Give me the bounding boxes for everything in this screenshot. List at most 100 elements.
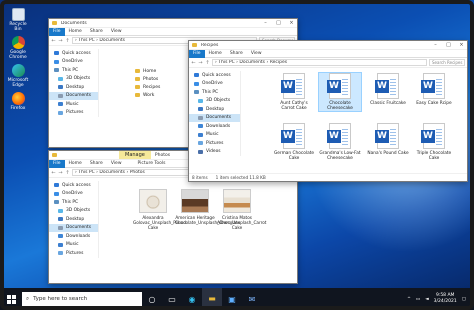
pictures-icon bbox=[198, 141, 203, 146]
file-explorer-taskbar-icon[interactable]: ▬ bbox=[202, 288, 222, 310]
file-tile[interactable]: W Grandma's Low-Fat Cheesecake bbox=[319, 123, 361, 161]
folder-icon bbox=[135, 77, 140, 81]
tab-share[interactable]: Share bbox=[86, 29, 107, 34]
list-item[interactable]: Work bbox=[135, 91, 160, 99]
tab-home[interactable]: Home bbox=[65, 29, 86, 34]
back-arrow-icon[interactable]: ← bbox=[191, 60, 196, 66]
maximize-button[interactable]: □ bbox=[273, 19, 284, 28]
list-item[interactable]: Home bbox=[135, 67, 160, 75]
file-tile-selected[interactable]: W Chocolate Cheesecake bbox=[318, 72, 362, 112]
file-tile[interactable]: W Easy Cake Rcipe bbox=[413, 73, 455, 106]
path-input[interactable]: › This PC › Documents › Recipes bbox=[212, 59, 427, 66]
document-icon bbox=[58, 93, 63, 98]
nav-item-documents[interactable]: Documents bbox=[189, 113, 240, 122]
back-arrow-icon[interactable]: ← bbox=[51, 38, 56, 44]
tab-manage[interactable]: Manage bbox=[119, 151, 151, 159]
search-input[interactable]: Search Recipes bbox=[429, 59, 465, 66]
nav-item-pictures[interactable]: Pictures bbox=[189, 139, 240, 148]
start-button[interactable] bbox=[0, 288, 22, 310]
forward-arrow-icon[interactable]: → bbox=[58, 170, 63, 176]
chevron-up-icon[interactable]: ^ bbox=[407, 297, 411, 302]
task-view-icon[interactable]: ▭ bbox=[162, 288, 182, 310]
tab-view[interactable]: View bbox=[107, 161, 126, 166]
file-tile[interactable]: W German Chocolate Cake bbox=[273, 123, 315, 161]
notification-icon[interactable]: ▢ bbox=[462, 297, 466, 302]
cortana-icon[interactable]: ○ bbox=[142, 288, 162, 310]
nav-item-3d-objects[interactable]: 3D Objects bbox=[189, 97, 240, 106]
nav-item-3d-objects[interactable]: 3D Objects bbox=[49, 75, 98, 84]
maximize-button[interactable]: □ bbox=[443, 41, 454, 50]
file-tile[interactable]: W Classic Fruitcake bbox=[367, 73, 409, 106]
nav-item-documents[interactable]: Documents bbox=[49, 223, 98, 232]
tab-home[interactable]: Home bbox=[205, 51, 226, 56]
file-tile[interactable]: W Nana's Pound Cake bbox=[367, 123, 409, 156]
up-arrow-icon[interactable]: ↑ bbox=[205, 60, 210, 66]
nav-item-downloads[interactable]: Downloads bbox=[189, 122, 240, 131]
nav-item-this-pc[interactable]: This PC bbox=[49, 66, 98, 75]
desktop-icon bbox=[58, 217, 63, 222]
nav-item-pictures[interactable]: Pictures bbox=[49, 109, 98, 118]
edge-taskbar-icon[interactable]: ◉ bbox=[182, 288, 202, 310]
nav-item-desktop[interactable]: Desktop bbox=[49, 215, 98, 224]
taskbar-search[interactable]: ⌕ Type here to search bbox=[22, 292, 142, 306]
store-taskbar-icon[interactable]: ▣ bbox=[222, 288, 242, 310]
nav-item-quick-access[interactable]: Quick access bbox=[49, 49, 98, 58]
nav-item-downloads[interactable]: Downloads bbox=[49, 232, 98, 241]
tab-picture-tools[interactable]: Picture Tools bbox=[134, 161, 170, 166]
tab-view[interactable]: View bbox=[247, 51, 266, 56]
volume-icon[interactable]: ◄ bbox=[425, 297, 428, 302]
desktop-icon-edge[interactable]: Microsoft Edge bbox=[6, 64, 30, 88]
desktop-icon-chrome[interactable]: Google Chrome bbox=[6, 36, 30, 60]
desktop-icon-firefox[interactable]: Firefox bbox=[6, 92, 30, 111]
list-item[interactable]: Photos bbox=[135, 75, 160, 83]
word-document-icon: W bbox=[327, 73, 351, 99]
photo-tile[interactable]: Alexandra Golovac_Unsplash_Pound Cake bbox=[133, 189, 186, 230]
nav-item-music[interactable]: Music bbox=[49, 241, 98, 250]
folder-icon bbox=[52, 21, 57, 25]
firefox-icon bbox=[11, 92, 25, 105]
nav-item-music[interactable]: Music bbox=[189, 131, 240, 140]
nav-item-onedrive[interactable]: OneDrive bbox=[49, 58, 98, 67]
documents-titlebar[interactable]: Documents – □ × bbox=[49, 19, 297, 28]
tab-share[interactable]: Share bbox=[86, 161, 107, 166]
photo-tile[interactable]: American Heritage Chocolate_Unsplash_Cho… bbox=[175, 189, 240, 225]
nav-item-documents[interactable]: Documents bbox=[49, 91, 98, 100]
nav-item-this-pc[interactable]: This PC bbox=[49, 198, 98, 207]
nav-item-this-pc[interactable]: This PC bbox=[189, 88, 240, 97]
up-arrow-icon[interactable]: ↑ bbox=[65, 170, 70, 176]
photo-tile[interactable]: Cristina Matos Albers_Unsplash_Carrot Ca… bbox=[217, 189, 266, 230]
nav-item-quick-access[interactable]: Quick access bbox=[189, 71, 240, 80]
back-arrow-icon[interactable]: ← bbox=[51, 170, 56, 176]
network-icon[interactable]: ▭ bbox=[416, 297, 420, 302]
tab-file[interactable]: File bbox=[49, 159, 65, 168]
mail-taskbar-icon[interactable]: ✉ bbox=[242, 288, 262, 310]
tab-share[interactable]: Share bbox=[226, 51, 247, 56]
tab-file[interactable]: File bbox=[189, 49, 205, 58]
nav-item-desktop[interactable]: Desktop bbox=[189, 105, 240, 114]
window-title: Recipes bbox=[201, 42, 219, 48]
up-arrow-icon[interactable]: ↑ bbox=[65, 38, 70, 44]
nav-item-desktop[interactable]: Desktop bbox=[49, 83, 98, 92]
tab-view[interactable]: View bbox=[107, 29, 126, 34]
close-button[interactable]: × bbox=[456, 41, 467, 50]
nav-item-onedrive[interactable]: OneDrive bbox=[189, 80, 240, 89]
tab-home[interactable]: Home bbox=[65, 161, 86, 166]
recipes-titlebar[interactable]: Recipes – □ × bbox=[189, 41, 467, 50]
minimize-button[interactable]: – bbox=[430, 41, 441, 50]
clock[interactable]: 9:58 AM 3/24/2021 bbox=[434, 293, 457, 305]
close-button[interactable]: × bbox=[286, 19, 297, 28]
nav-item-music[interactable]: Music bbox=[49, 100, 98, 109]
list-item[interactable]: Recipes bbox=[135, 83, 160, 91]
file-tile[interactable]: W Triple Chocolate Cake bbox=[413, 123, 455, 161]
nav-item-videos[interactable]: Videos bbox=[189, 148, 240, 157]
desktop-icon-recycle-bin[interactable]: Recycle Bin bbox=[6, 8, 30, 32]
forward-arrow-icon[interactable]: → bbox=[58, 38, 63, 44]
nav-item-3d-objects[interactable]: 3D Objects bbox=[49, 207, 98, 216]
tab-file[interactable]: File bbox=[49, 27, 65, 36]
nav-item-onedrive[interactable]: OneDrive bbox=[49, 190, 98, 199]
forward-arrow-icon[interactable]: → bbox=[198, 60, 203, 66]
nav-item-quick-access[interactable]: Quick access bbox=[49, 181, 98, 190]
file-tile[interactable]: W Aunt Cathy's Carrot Cake bbox=[273, 73, 315, 111]
minimize-button[interactable]: – bbox=[260, 19, 271, 28]
nav-item-pictures[interactable]: Pictures bbox=[49, 249, 98, 258]
